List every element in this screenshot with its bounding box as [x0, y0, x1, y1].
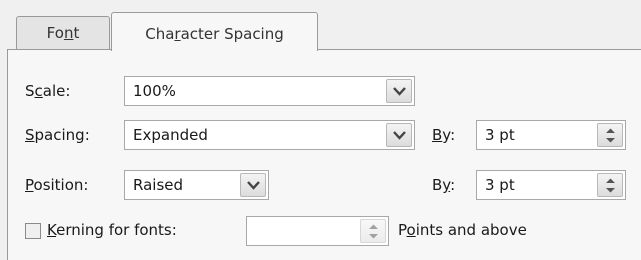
spin-up-down-icon: [606, 178, 615, 193]
scale-label-b: ale:: [42, 82, 71, 100]
position-dropdown-button[interactable]: [240, 173, 266, 197]
spacing-label-b: pacing:: [34, 126, 90, 144]
kerning-checkbox[interactable]: [25, 223, 41, 239]
tab-strip: Font Character Spacing: [0, 0, 641, 51]
spacing-by-value: 3 pt: [485, 126, 515, 144]
spacing-value: Expanded: [133, 126, 208, 144]
scale-label-a: S: [25, 82, 35, 100]
scale-label: Scale:: [25, 82, 70, 100]
chevron-down-icon: [393, 87, 406, 96]
tab-font[interactable]: Font: [16, 16, 110, 49]
spacing-by-spinbox[interactable]: 3 pt: [476, 120, 626, 150]
spacing-by-label-b: y:: [442, 126, 456, 144]
spacing-combobox[interactable]: Expanded: [124, 120, 415, 150]
spacing-accesskey: S: [25, 126, 35, 144]
kerning-suffix-a: P: [398, 221, 407, 239]
kerning-suffix-accesskey: o: [406, 221, 416, 239]
position-by-spin-buttons[interactable]: [597, 173, 623, 197]
chevron-down-icon: [393, 131, 406, 140]
position-combobox[interactable]: Raised: [124, 170, 269, 200]
position-accesskey: P: [25, 176, 34, 194]
kerning-suffix-b: ints and above: [415, 221, 527, 239]
kerning-label: Kerning for fonts:: [47, 221, 177, 239]
position-by-accesskey: y: [442, 176, 451, 194]
position-by-spinbox[interactable]: 3 pt: [476, 170, 626, 200]
tab-font-label-b: t: [73, 24, 80, 42]
tab-cs-label-a: Cha: [145, 25, 175, 43]
tab-cs-label-b: acter Spacing: [180, 25, 284, 43]
scale-combobox[interactable]: 100%: [124, 76, 415, 106]
position-by-value: 3 pt: [485, 176, 515, 194]
position-by-label-b: :: [450, 176, 456, 194]
position-by-label: By:: [432, 176, 455, 194]
scale-value: 100%: [133, 82, 176, 100]
kerning-spin-buttons[interactable]: [360, 219, 386, 243]
position-value: Raised: [133, 176, 184, 194]
tab-character-spacing[interactable]: Character Spacing: [111, 12, 318, 51]
kerning-points-suffix: Points and above: [398, 221, 527, 239]
chevron-down-icon: [247, 181, 260, 190]
kerning-label-b: erning for fonts:: [56, 221, 177, 239]
spacing-dropdown-button[interactable]: [386, 123, 412, 147]
scale-dropdown-button[interactable]: [386, 79, 412, 103]
tab-font-label-a: Fo: [46, 24, 64, 42]
kerning-accesskey: K: [47, 221, 57, 239]
spacing-by-accesskey: B: [432, 126, 443, 144]
spin-up-down-icon: [606, 128, 615, 143]
spacing-by-spin-buttons[interactable]: [597, 123, 623, 147]
position-by-label-a: B: [432, 176, 443, 194]
spacing-label: Spacing:: [25, 126, 90, 144]
position-label-b: osition:: [33, 176, 89, 194]
scale-accesskey: c: [34, 82, 43, 100]
spacing-by-label: By:: [432, 126, 455, 144]
position-label: Position:: [25, 176, 88, 194]
kerning-points-spinbox[interactable]: [246, 216, 389, 246]
spin-up-down-icon: [369, 224, 378, 239]
